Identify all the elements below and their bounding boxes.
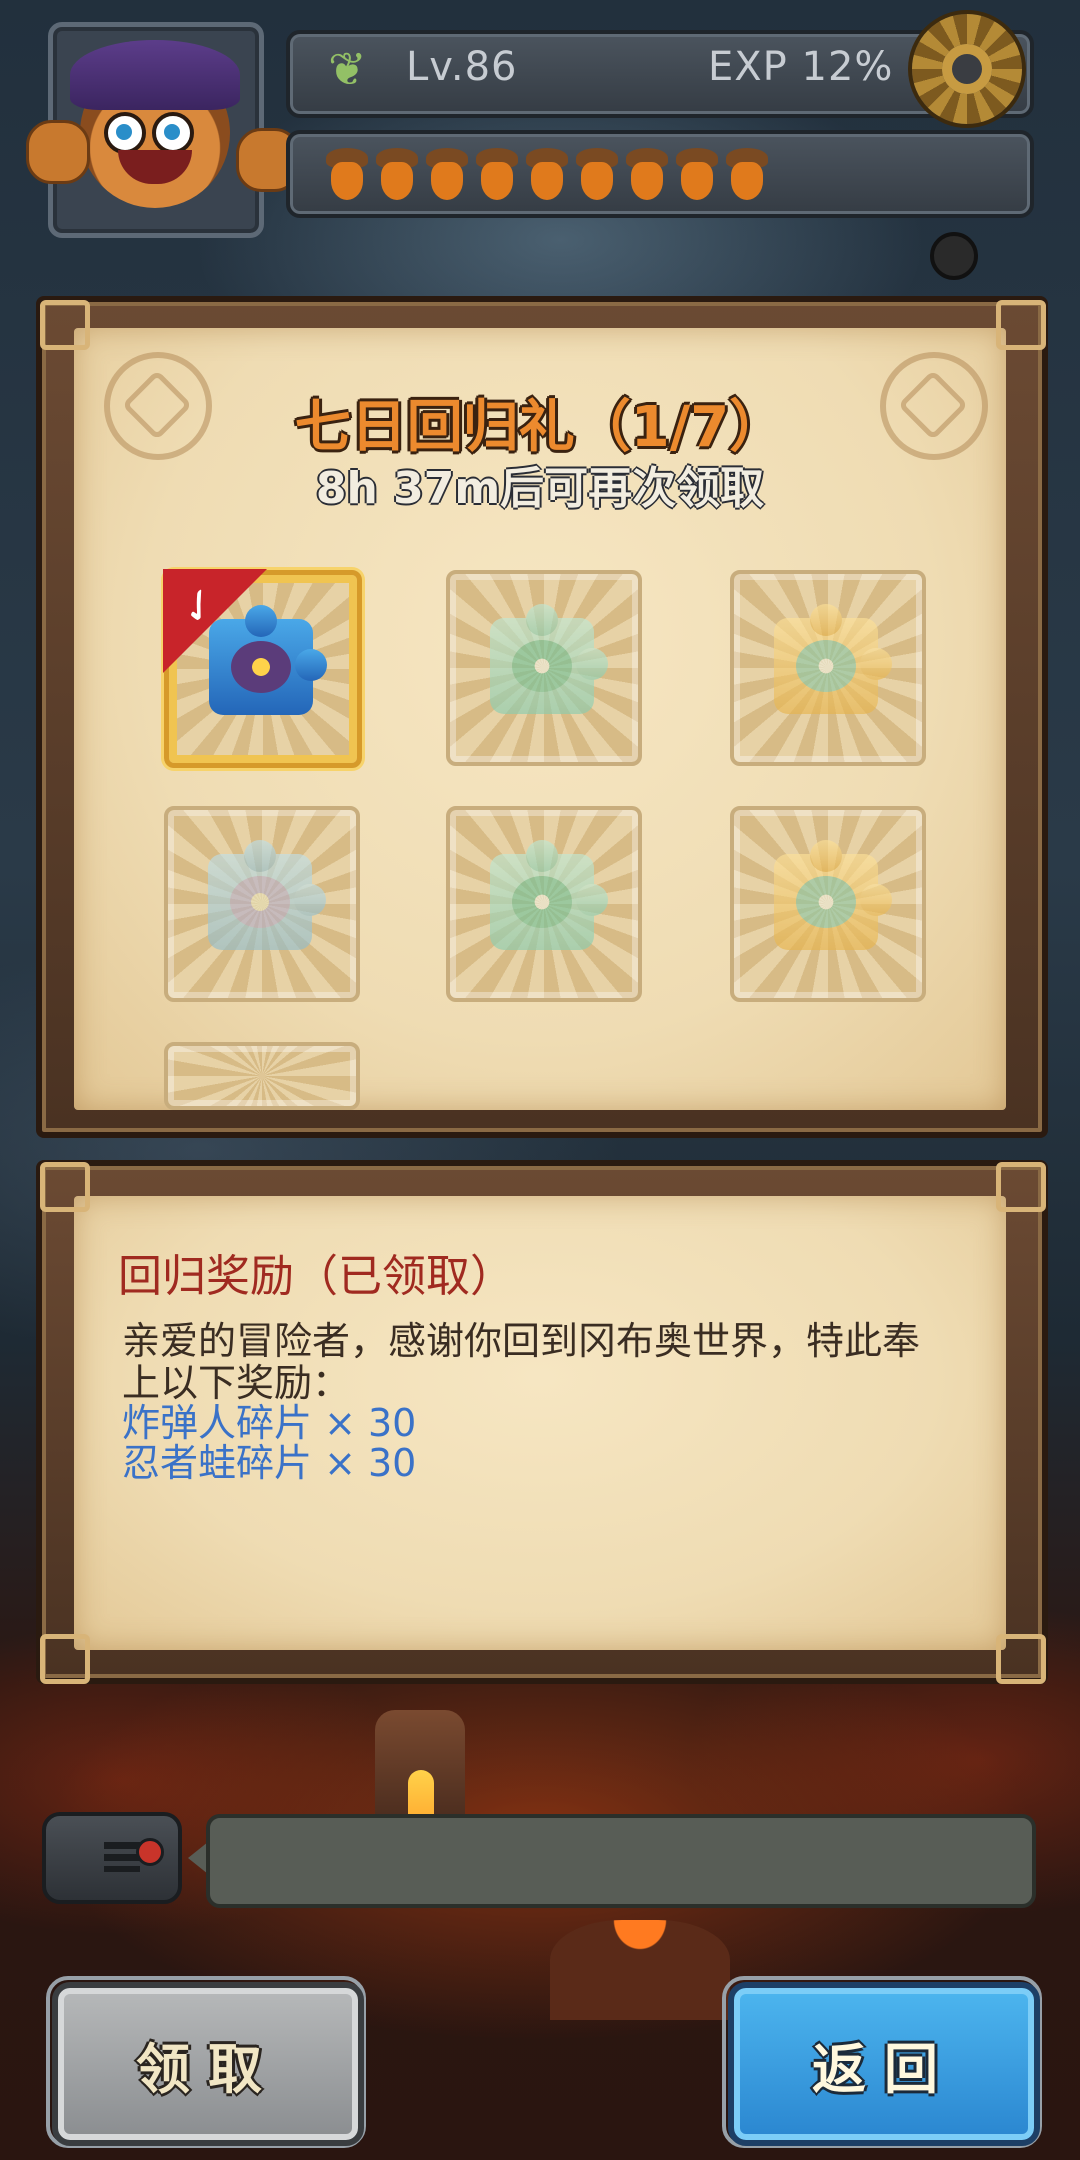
acorn-icon xyxy=(326,148,368,200)
reward-info-body: 亲爱的冒险者，感谢你回到冈布奥世界，特此奉上以下奖励： xyxy=(122,1319,921,1405)
frame-corner xyxy=(996,300,1046,350)
acorn-icon xyxy=(376,148,418,200)
acorn-icon xyxy=(426,148,468,200)
gear-icon[interactable] xyxy=(912,14,1022,124)
avatar-eye-left xyxy=(104,112,146,154)
frame-corner xyxy=(40,300,90,350)
panel-hanger xyxy=(930,232,978,280)
acorn-icon xyxy=(476,148,518,200)
acorn-icon xyxy=(676,148,718,200)
frame-corner xyxy=(40,1162,90,1212)
avatar-hat xyxy=(70,40,240,110)
chat-input[interactable] xyxy=(206,1814,1036,1908)
frame-corner xyxy=(40,1634,90,1684)
acorn-icon xyxy=(626,148,668,200)
acorn-icon xyxy=(576,148,618,200)
reward-slot-day5[interactable] xyxy=(446,806,642,1002)
reward-line-frog: 忍者蛙碎片 × 30 xyxy=(122,1441,417,1485)
acorn-icon xyxy=(526,148,568,200)
exp-text: EXP 12% xyxy=(708,44,894,90)
level-text: Lv.86 xyxy=(406,44,518,90)
event-countdown: 8h 37m后可再次领取 xyxy=(315,463,765,514)
event-title: 七日回归礼（1/7） xyxy=(294,395,786,460)
reward-slot-day6[interactable] xyxy=(730,806,926,1002)
reward-slot-day2[interactable] xyxy=(446,570,642,766)
menu-lines-icon xyxy=(104,1842,140,1872)
tree-icon: ❦ xyxy=(328,42,367,96)
claim-button[interactable]: 领取 xyxy=(52,1982,364,2146)
reward-info-title: 回归奖励（已领取） xyxy=(118,1251,514,1302)
reward-slot-day4[interactable] xyxy=(164,806,360,1002)
gold-puzzle-piece-icon xyxy=(774,840,892,950)
avatar-fist-left xyxy=(26,120,90,184)
back-button[interactable]: 返回 xyxy=(728,1982,1040,2146)
gold-puzzle-piece-icon xyxy=(774,604,892,714)
reward-slot-day3[interactable] xyxy=(730,570,926,766)
frame-corner xyxy=(996,1634,1046,1684)
bomber-puzzle-piece-icon xyxy=(208,840,326,950)
chat-bubble-tail xyxy=(188,1842,208,1874)
reward-slot-day7[interactable] xyxy=(164,1042,360,1110)
acorn-icon xyxy=(726,148,768,200)
reward-line-bomber: 炸弹人碎片 × 30 xyxy=(122,1401,417,1445)
avatar-eye-right xyxy=(152,112,194,154)
reward-slot-day1[interactable]: ✓ xyxy=(163,569,362,768)
ninja-frog-puzzle-piece-icon xyxy=(490,840,608,950)
ninja-frog-puzzle-piece-icon xyxy=(490,604,608,714)
notification-light-icon xyxy=(136,1838,164,1866)
frame-corner xyxy=(996,1162,1046,1212)
volcano xyxy=(550,1920,730,2020)
chat-menu-button[interactable] xyxy=(42,1812,182,1904)
